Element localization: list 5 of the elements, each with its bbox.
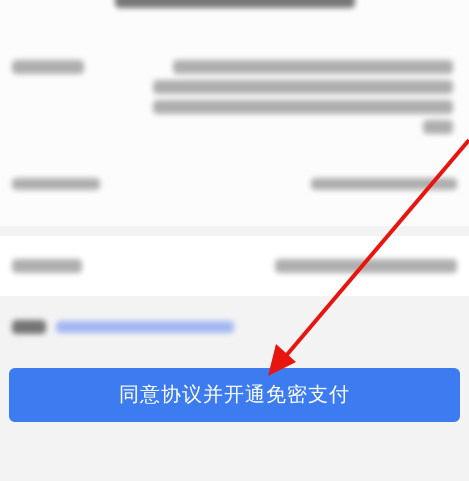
blurred-text-drawing [12,259,82,273]
blurred-text-drawing [12,320,46,334]
blurred-text-drawing [12,60,84,74]
confirm-button[interactable]: 同意协议并开通免密支付 [9,368,460,422]
blurred-text-drawing [423,120,453,134]
